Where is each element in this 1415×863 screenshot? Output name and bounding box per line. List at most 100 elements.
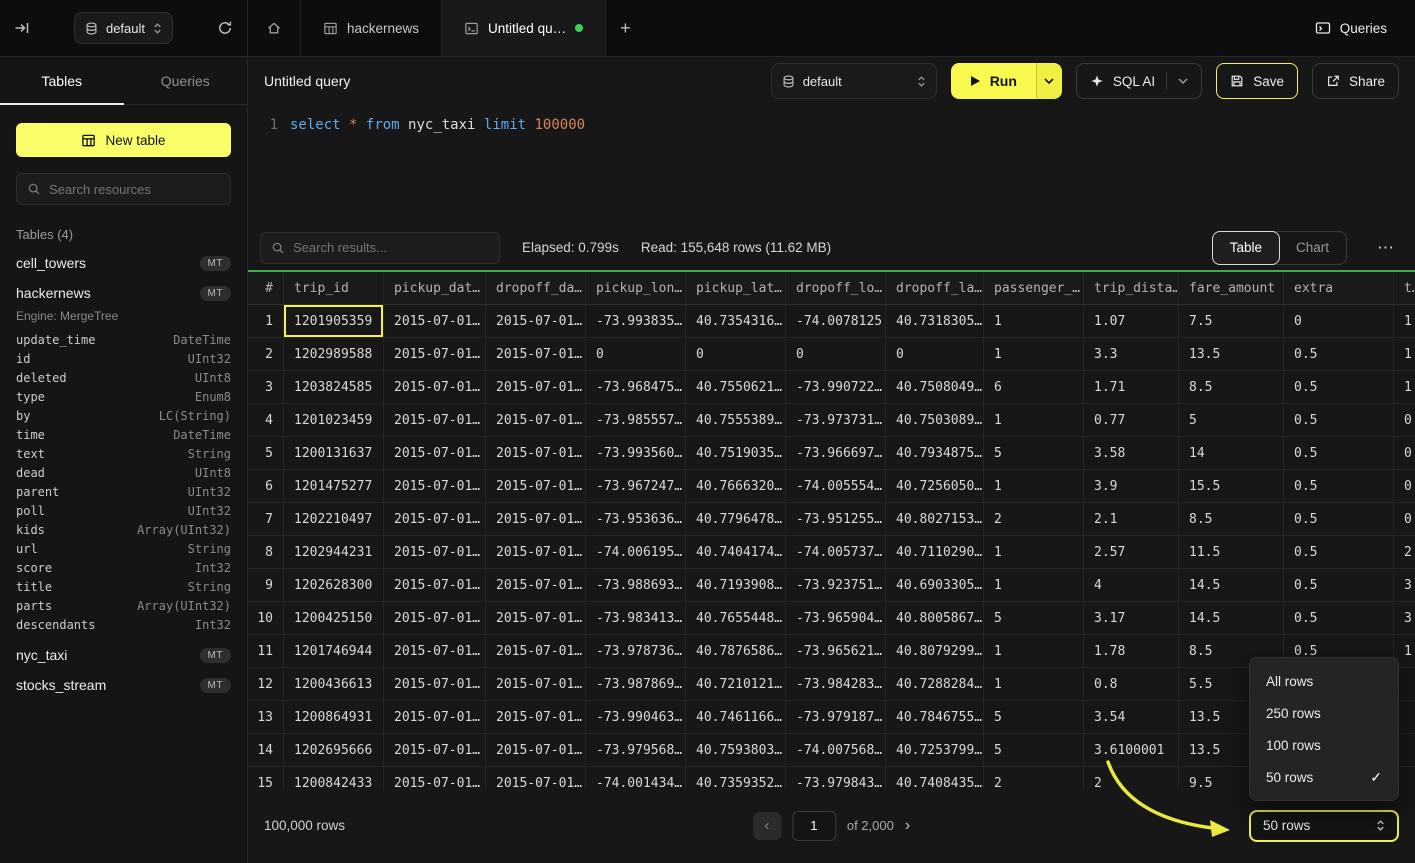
- table-cell[interactable]: 40.8005867…: [886, 602, 984, 634]
- table-cell[interactable]: 5: [984, 734, 1084, 766]
- table-cell[interactable]: 2015-07-01…: [384, 470, 486, 502]
- table-cell[interactable]: 1.07: [1084, 305, 1179, 337]
- row-number-cell[interactable]: 14: [248, 734, 284, 766]
- column-row-poll[interactable]: pollUInt32: [0, 501, 247, 520]
- table-cell[interactable]: 1202628300: [284, 569, 384, 601]
- table-cell[interactable]: 0: [686, 338, 786, 370]
- table-cell[interactable]: 40.7876586…: [686, 635, 786, 667]
- column-header[interactable]: extra: [1284, 272, 1394, 304]
- row-number-cell[interactable]: 9: [248, 569, 284, 601]
- table-cell[interactable]: 0.5: [1284, 503, 1394, 535]
- new-tab-button[interactable]: +: [606, 0, 645, 56]
- table-cell[interactable]: 0.5: [1284, 602, 1394, 634]
- table-cell[interactable]: 2015-07-01…: [486, 668, 586, 700]
- table-cell[interactable]: 2015-07-01…: [384, 338, 486, 370]
- table-cell[interactable]: 3.6100001: [1084, 734, 1179, 766]
- table-cell[interactable]: 1200842433: [284, 767, 384, 789]
- table-cell[interactable]: -74.0078125: [786, 305, 886, 337]
- table-cell[interactable]: 0.8: [1084, 668, 1179, 700]
- save-button[interactable]: Save: [1216, 63, 1298, 99]
- table-cell[interactable]: 40.7318305…: [886, 305, 984, 337]
- table-cell[interactable]: 2: [1394, 536, 1415, 568]
- table-cell[interactable]: 11.5: [1179, 536, 1284, 568]
- table-cell[interactable]: -73.993835…: [586, 305, 686, 337]
- row-number-cell[interactable]: 1: [248, 305, 284, 337]
- table-cell[interactable]: 3: [1394, 569, 1415, 601]
- table-cell[interactable]: 2015-07-01…: [486, 701, 586, 733]
- table-cell[interactable]: 1.71: [1084, 371, 1179, 403]
- view-chart-button[interactable]: Chart: [1279, 232, 1346, 264]
- sidebar-tab-tables[interactable]: Tables: [0, 57, 124, 104]
- table-cell[interactable]: 14.5: [1179, 602, 1284, 634]
- table-cell[interactable]: 2015-07-01…: [486, 305, 586, 337]
- table-cell[interactable]: 2015-07-01…: [384, 734, 486, 766]
- sql-editor[interactable]: 1 select * from nyc_taxi limit 100000: [248, 105, 1415, 225]
- table-cell[interactable]: 8.5: [1179, 503, 1284, 535]
- table-cell[interactable]: 0: [1394, 437, 1415, 469]
- column-header[interactable]: trip_id: [284, 272, 384, 304]
- table-cell[interactable]: -73.965904…: [786, 602, 886, 634]
- table-cell[interactable]: 5: [984, 437, 1084, 469]
- next-page-button[interactable]: ›: [905, 817, 910, 835]
- table-cell[interactable]: -73.990463…: [586, 701, 686, 733]
- tab-home[interactable]: [248, 0, 301, 56]
- table-cell[interactable]: -73.968475…: [586, 371, 686, 403]
- table-cell[interactable]: 2015-07-01…: [384, 371, 486, 403]
- row-number-cell[interactable]: 10: [248, 602, 284, 634]
- table-cell[interactable]: 13.5: [1179, 338, 1284, 370]
- table-cell[interactable]: 40.7404174…: [686, 536, 786, 568]
- table-cell[interactable]: -73.990722…: [786, 371, 886, 403]
- row-number-cell[interactable]: 13: [248, 701, 284, 733]
- share-button[interactable]: Share: [1312, 63, 1399, 99]
- table-cell[interactable]: 1: [984, 569, 1084, 601]
- column-header[interactable]: dropoff_la…: [886, 272, 984, 304]
- table-cell[interactable]: 2: [984, 767, 1084, 789]
- sidebar-table-hackernews[interactable]: hackernews MT: [0, 278, 247, 308]
- row-number-cell[interactable]: 15: [248, 767, 284, 789]
- page-size-option[interactable]: 50 rows✓: [1250, 761, 1398, 793]
- sidebar-table-stocks-stream[interactable]: stocks_stream MT: [0, 670, 247, 700]
- column-row-update_time[interactable]: update_timeDateTime: [0, 330, 247, 349]
- table-cell[interactable]: 3.17: [1084, 602, 1179, 634]
- table-cell[interactable]: 40.7555389…: [686, 404, 786, 436]
- table-cell[interactable]: 40.7846755…: [886, 701, 984, 733]
- table-cell[interactable]: 40.7408435…: [886, 767, 984, 789]
- refresh-icon[interactable]: [217, 20, 233, 36]
- table-cell[interactable]: 8.5: [1179, 371, 1284, 403]
- table-cell[interactable]: 0.5: [1284, 338, 1394, 370]
- column-header[interactable]: pickup_lat…: [686, 272, 786, 304]
- table-cell[interactable]: -73.951255…: [786, 503, 886, 535]
- column-row-id[interactable]: idUInt32: [0, 349, 247, 368]
- table-cell[interactable]: 1: [984, 668, 1084, 700]
- table-cell[interactable]: 1201023459: [284, 404, 384, 436]
- resource-search-input[interactable]: [49, 182, 225, 197]
- table-cell[interactable]: 2015-07-01…: [384, 602, 486, 634]
- table-cell[interactable]: 0.5: [1284, 404, 1394, 436]
- table-cell[interactable]: 3.9: [1084, 470, 1179, 502]
- table-cell[interactable]: 2: [984, 503, 1084, 535]
- table-cell[interactable]: 2015-07-01…: [486, 635, 586, 667]
- table-cell[interactable]: -73.965621…: [786, 635, 886, 667]
- table-cell[interactable]: 0.5: [1284, 470, 1394, 502]
- table-cell[interactable]: 40.7796478…: [686, 503, 786, 535]
- table-cell[interactable]: 0: [586, 338, 686, 370]
- table-cell[interactable]: -73.953636…: [586, 503, 686, 535]
- column-header[interactable]: pickup_lon…: [586, 272, 686, 304]
- table-cell[interactable]: 2015-07-01…: [486, 503, 586, 535]
- table-cell[interactable]: 2015-07-01…: [486, 371, 586, 403]
- table-cell[interactable]: -73.973731…: [786, 404, 886, 436]
- table-cell[interactable]: 40.6903305…: [886, 569, 984, 601]
- column-header[interactable]: passenger_…: [984, 272, 1084, 304]
- table-cell[interactable]: 14.5: [1179, 569, 1284, 601]
- query-database-selector[interactable]: default: [771, 63, 937, 99]
- table-cell[interactable]: 2015-07-01…: [384, 503, 486, 535]
- table-cell[interactable]: 1: [1394, 338, 1415, 370]
- table-cell[interactable]: -73.923751…: [786, 569, 886, 601]
- table-cell[interactable]: 2015-07-01…: [486, 602, 586, 634]
- database-selector[interactable]: default: [74, 12, 173, 44]
- page-number-input[interactable]: [792, 811, 836, 841]
- table-cell[interactable]: 1201746944: [284, 635, 384, 667]
- row-number-cell[interactable]: 6: [248, 470, 284, 502]
- table-cell[interactable]: 1.78: [1084, 635, 1179, 667]
- column-header[interactable]: dropoff_lo…: [786, 272, 886, 304]
